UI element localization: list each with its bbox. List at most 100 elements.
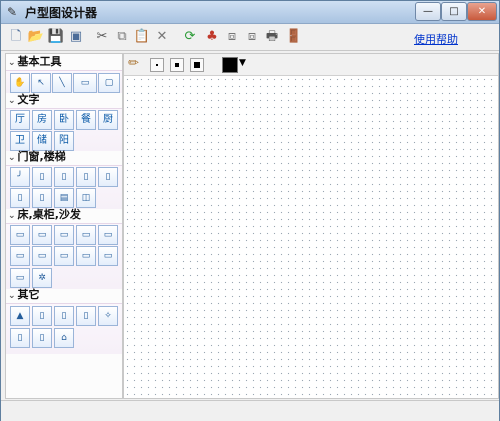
window-title: 户型图设计器 bbox=[25, 6, 98, 20]
send-back-icon[interactable]: ⧈ bbox=[243, 28, 261, 46]
design-canvas: ✏ ▼ bbox=[123, 53, 499, 399]
section-title: 文字 bbox=[17, 93, 40, 106]
text-tool-kitchen[interactable]: 厨 bbox=[98, 110, 118, 130]
delete-icon[interactable]: ✕ bbox=[153, 28, 171, 46]
main-toolbar: 🗋 📂 💾 ▣ ✂ ⧉ 📋 ✕ ⟳ ♣ ⧈ ⧈ 🖶 🚪 使用帮助 bbox=[1, 24, 499, 51]
section-body: ✋ ↖ ╲ ▭ ▢ bbox=[6, 70, 122, 93]
chevron-down-icon: ⌄ bbox=[8, 96, 16, 106]
desk-tool[interactable]: ▭ bbox=[10, 268, 30, 288]
sink-tool[interactable]: ▯ bbox=[76, 306, 96, 326]
section-body: 厅 房 卧 餐 厨 卫 储 阳 bbox=[6, 108, 122, 151]
help-link[interactable]: 使用帮助 bbox=[414, 31, 458, 47]
section-furniture-header[interactable]: ⌄ 床,桌柜,沙发 bbox=[8, 208, 81, 222]
text-tool-bathroom[interactable]: 卫 bbox=[10, 131, 30, 151]
text-tool-bedroom[interactable]: 卧 bbox=[54, 110, 74, 130]
cabinet-tool[interactable]: ▭ bbox=[54, 225, 74, 245]
section-title: 门窗,楼梯 bbox=[17, 150, 66, 163]
chevron-down-icon: ⌄ bbox=[8, 211, 16, 221]
refresh-icon[interactable]: ⟳ bbox=[181, 28, 199, 46]
section-basic-tools-header[interactable]: ⌄ 基本工具 bbox=[8, 55, 62, 69]
save-as-icon[interactable]: ▣ bbox=[67, 28, 85, 46]
sofa-tool[interactable]: ▭ bbox=[54, 246, 74, 266]
tool-panel: ⌄ 基本工具 ✋ ↖ ╲ ▭ ▢ ⌄ 文字 厅 房 卧 餐 厨 卫 储 阳 ⌄ … bbox=[5, 53, 123, 399]
exit-icon[interactable]: 🚪 bbox=[285, 28, 303, 46]
open-icon[interactable]: 📂 bbox=[27, 28, 45, 46]
rounded-rect-tool[interactable]: ▢ bbox=[98, 73, 120, 93]
brush-size-small[interactable] bbox=[150, 58, 164, 72]
table-tool[interactable]: ▭ bbox=[32, 246, 52, 266]
section-title: 其它 bbox=[17, 288, 40, 301]
hand-tool[interactable]: ✋ bbox=[10, 73, 30, 93]
section-text-header[interactable]: ⌄ 文字 bbox=[8, 93, 40, 107]
section-doors-windows: ⌄ 门窗,楼梯 ╯ ▯ ▯ ▯ ▯ ▯ ▯ ▤ ◫ bbox=[6, 150, 122, 209]
cut-icon[interactable]: ✂ bbox=[93, 28, 111, 46]
chevron-down-icon: ⌄ bbox=[8, 291, 16, 301]
window-tool[interactable]: ▯ bbox=[10, 188, 30, 208]
paste-icon[interactable]: 📋 bbox=[133, 28, 151, 46]
rectangle-tool[interactable]: ▭ bbox=[73, 73, 97, 93]
dining-set-tool[interactable]: ✲ bbox=[32, 268, 52, 288]
app-window: ✎ 户型图设计器 — □ ✕ 🗋 📂 💾 ▣ ✂ ⧉ 📋 ✕ ⟳ ♣ ⧈ ⧈ 🖶… bbox=[0, 0, 500, 421]
section-doors-windows-header[interactable]: ⌄ 门窗,楼梯 bbox=[8, 150, 66, 164]
section-title: 床,桌柜,沙发 bbox=[17, 208, 81, 221]
cabinet-tool[interactable]: ▭ bbox=[98, 225, 118, 245]
toilet-tool[interactable]: ▲ bbox=[10, 306, 30, 326]
select-tool[interactable]: ↖ bbox=[31, 73, 51, 93]
shower-tool[interactable]: ▯ bbox=[54, 306, 74, 326]
copy-icon[interactable]: ⧉ bbox=[113, 28, 131, 46]
text-tool-storage[interactable]: 储 bbox=[32, 131, 52, 151]
section-others: ⌄ 其它 ▲ ▯ ▯ ▯ ✧ ▯ ▯ ⌂ bbox=[6, 288, 122, 354]
chevron-down-icon[interactable]: ▼ bbox=[239, 58, 246, 68]
section-text: ⌄ 文字 厅 房 卧 餐 厨 卫 储 阳 bbox=[6, 93, 122, 151]
new-icon[interactable]: 🗋 bbox=[7, 28, 25, 46]
app-icon: ✎ bbox=[7, 5, 18, 19]
section-furniture: ⌄ 床,桌柜,沙发 ▭ ▭ ▭ ▭ ▭ ▭ ▭ ▭ ▭ ▭ ▭ ✲ bbox=[6, 208, 122, 289]
section-body: ▲ ▯ ▯ ▯ ✧ ▯ ▯ ⌂ bbox=[6, 303, 122, 354]
line-tool[interactable]: ╲ bbox=[52, 73, 72, 93]
chevron-down-icon: ⌄ bbox=[8, 58, 16, 68]
section-title: 基本工具 bbox=[17, 55, 62, 68]
plant-tool[interactable]: ✧ bbox=[98, 306, 118, 326]
door-tool[interactable]: ▯ bbox=[54, 167, 74, 187]
bring-front-icon[interactable]: ⧈ bbox=[223, 28, 241, 46]
minimize-button[interactable]: — bbox=[415, 2, 441, 21]
house-tool[interactable]: ⌂ bbox=[54, 328, 74, 348]
color-fill-icon[interactable]: ♣ bbox=[203, 28, 221, 46]
fridge-tool[interactable]: ▯ bbox=[10, 328, 30, 348]
sofa-tool[interactable]: ▭ bbox=[76, 246, 96, 266]
text-tool-room[interactable]: 房 bbox=[32, 110, 52, 130]
section-basic-tools: ⌄ 基本工具 ✋ ↖ ╲ ▭ ▢ bbox=[6, 55, 122, 93]
save-icon[interactable]: 💾 bbox=[47, 28, 65, 46]
text-tool-hall[interactable]: 厅 bbox=[10, 110, 30, 130]
bathtub-tool[interactable]: ▯ bbox=[32, 306, 52, 326]
print-icon[interactable]: 🖶 bbox=[263, 28, 281, 46]
brush-size-medium[interactable] bbox=[170, 58, 184, 72]
drawing-area[interactable] bbox=[124, 76, 498, 398]
window-tool[interactable]: ▯ bbox=[32, 188, 52, 208]
sofa-tool[interactable]: ▭ bbox=[98, 246, 118, 266]
text-tool-balcony[interactable]: 阳 bbox=[54, 131, 74, 151]
bed-tool[interactable]: ▭ bbox=[32, 225, 52, 245]
canvas-toolbar: ✏ ▼ bbox=[124, 54, 498, 76]
maximize-button[interactable]: □ bbox=[441, 2, 467, 21]
close-button[interactable]: ✕ bbox=[467, 2, 497, 21]
cabinet-tool[interactable]: ▭ bbox=[76, 225, 96, 245]
section-body: ╯ ▯ ▯ ▯ ▯ ▯ ▯ ▤ ◫ bbox=[6, 165, 122, 209]
brush-size-large[interactable] bbox=[190, 58, 204, 72]
status-bar bbox=[1, 400, 499, 421]
title-bar[interactable]: ✎ 户型图设计器 — □ ✕ bbox=[1, 1, 499, 24]
stairs-tool[interactable]: ▤ bbox=[54, 188, 74, 208]
door-tool[interactable]: ▯ bbox=[32, 167, 52, 187]
text-tool-dining[interactable]: 餐 bbox=[76, 110, 96, 130]
washer-tool[interactable]: ▯ bbox=[32, 328, 52, 348]
color-swatch[interactable] bbox=[222, 57, 238, 73]
section-body: ▭ ▭ ▭ ▭ ▭ ▭ ▭ ▭ ▭ ▭ ▭ ✲ bbox=[6, 223, 122, 289]
window-tool[interactable]: ▯ bbox=[76, 167, 96, 187]
pencil-icon[interactable]: ✏ bbox=[128, 56, 144, 72]
section-others-header[interactable]: ⌄ 其它 bbox=[8, 288, 40, 302]
stairs-tool[interactable]: ◫ bbox=[76, 188, 96, 208]
bed-tool[interactable]: ▭ bbox=[10, 225, 30, 245]
window-tool[interactable]: ▯ bbox=[98, 167, 118, 187]
door-tool[interactable]: ╯ bbox=[10, 167, 30, 187]
table-tool[interactable]: ▭ bbox=[10, 246, 30, 266]
